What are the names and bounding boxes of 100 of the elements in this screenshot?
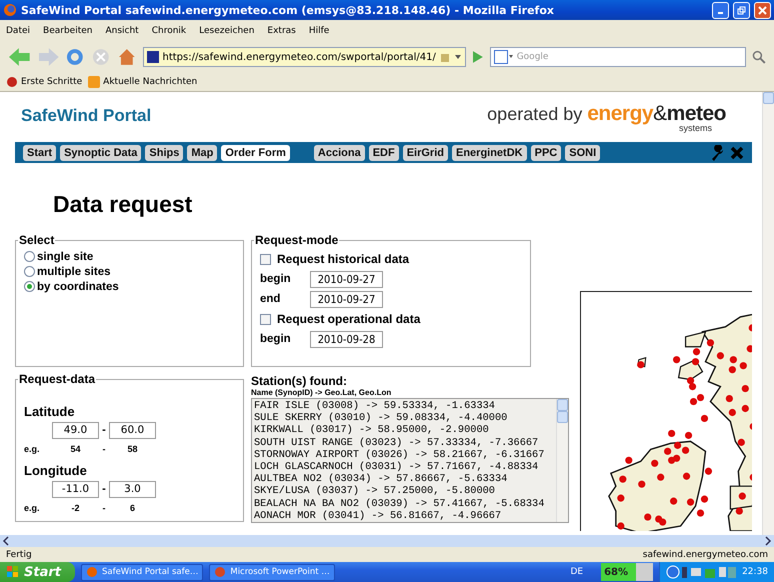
menu-item[interactable]: Hilfe [308, 26, 330, 36]
taskbar-label: Microsoft PowerPoint … [230, 567, 330, 577]
nav-tab[interactable]: SONI [565, 144, 600, 160]
nav-tab[interactable]: EDF [368, 144, 399, 160]
example-separator: - [102, 503, 106, 513]
windows-flag-icon [6, 565, 20, 579]
station-row-text: SOUTH UIST RANGE (03023) -> 57.33334, -7.36667 [254, 436, 540, 449]
close-icon [758, 6, 767, 14]
language-indicator[interactable]: DE [570, 567, 584, 577]
tray-icons[interactable] [666, 565, 736, 579]
home-icon[interactable] [116, 47, 136, 67]
nav-tab[interactable]: Ships [145, 144, 184, 160]
nav-tab[interactable]: Acciona [314, 144, 365, 160]
station-row-text: SULE SKERRY (03010) -> 59.08334, -4.40000 [254, 412, 508, 424]
window-title: SafeWind Portal safewind.energymeteo.com (emsys@83.218.148.46) - Mozilla Firefox [21, 4, 555, 16]
stations-subtitle: Name (SynopID) -> Geo.Lat, Geo.Lon [251, 388, 392, 397]
scroll-thumb[interactable] [557, 411, 568, 423]
range-to-field[interactable]: 60.0 [109, 422, 156, 438]
menu-item[interactable]: Extras [267, 26, 296, 36]
checkbox-label: Request historical data [277, 252, 410, 266]
status-domain: safewind.energymeteo.com [642, 550, 768, 560]
radio-button[interactable] [24, 281, 35, 292]
checkbox[interactable] [260, 254, 271, 264]
date-field[interactable]: 2010-09-28 [310, 330, 383, 348]
checkbox[interactable] [260, 314, 271, 324]
app-icon [214, 566, 226, 578]
nav-tab[interactable]: Order Form [221, 144, 290, 160]
station-row-text: LOCH GLASCARNOCH (03031) -> 57.71667, -4.88334 [254, 460, 540, 474]
bookmark-link[interactable]: Aktuelle Nachrichten [103, 76, 198, 86]
radio-label: by coordinates [37, 280, 119, 292]
scroll-right-icon[interactable] [764, 536, 772, 546]
menu-item[interactable]: Bearbeiten [43, 26, 92, 36]
back-icon[interactable] [8, 47, 32, 67]
checkbox-label: Request operational data [277, 312, 420, 326]
field-label: end [260, 293, 282, 305]
clock: 22:38 [742, 567, 768, 577]
nav-tab[interactable]: EnerginetDK [452, 144, 527, 160]
field-label: begin [260, 273, 292, 285]
menu-item[interactable]: Chronik [152, 26, 186, 36]
stations-title: Station(s) found: [251, 374, 348, 388]
menu-item[interactable]: Lesezeichen [199, 26, 254, 36]
close-icon[interactable] [730, 146, 744, 160]
status-text: Fertig [6, 550, 32, 560]
app-icon [86, 566, 98, 578]
minimize-button[interactable] [712, 2, 729, 18]
station-row-text: BEALACH NA BA NO2 (03039) -> 57.41667, -5.68334 [254, 498, 546, 510]
range-label: Longitude [24, 463, 88, 478]
date-field[interactable]: 2010-09-27 [310, 270, 383, 288]
restore-button[interactable] [733, 2, 750, 18]
search-icon[interactable] [752, 50, 766, 64]
nav-tab[interactable]: PPC [530, 144, 562, 160]
example-value: 58 [126, 444, 138, 454]
example-value: -2 [70, 503, 80, 513]
range-separator: - [101, 483, 107, 495]
site-title: SafeWind Portal [21, 106, 152, 126]
example-label: e.g. [24, 444, 41, 454]
range-to-field[interactable]: 3.0 [109, 480, 156, 498]
battery-reading: 68% [604, 566, 628, 578]
search-engine-icon[interactable] [494, 50, 514, 64]
example-label: e.g. [24, 503, 41, 513]
menu-item[interactable]: Datei [6, 26, 30, 36]
close-button[interactable] [754, 2, 771, 18]
field-label: begin [260, 333, 292, 345]
station-row-text: AONACH MOR (03041) -> 56.81667, -4.96667 [254, 510, 502, 522]
station-row-text: KIRKWALL (03017) -> 58.95000, -2.90000 [254, 424, 490, 437]
station-row-text: STORNOWAY AIRPORT (03026) -> 58.21667, -6.31667 [254, 448, 546, 461]
fieldset-legend: Request-data [18, 372, 96, 386]
radio-label: multiple sites [37, 266, 110, 278]
logo-text: energy [587, 102, 654, 126]
example-value: 6 [128, 503, 136, 513]
logo-text: meteo [666, 102, 726, 125]
logo-caption: operated by [487, 104, 582, 125]
fieldset-legend: Select [18, 233, 56, 247]
menu-item[interactable]: Ansicht [105, 26, 139, 36]
nav-tab[interactable]: Map [187, 144, 218, 160]
range-separator: - [101, 424, 107, 436]
reload-icon[interactable] [65, 47, 86, 67]
station-row-text: FAIR ISLE (03008) -> 59.53334, -1.63334 [254, 400, 496, 412]
site-icon [146, 51, 158, 63]
station-row-text: AULTBEA NO2 (03034) -> 57.86667, -5.63334 [254, 473, 508, 486]
go-icon[interactable] [472, 50, 484, 64]
date-field[interactable]: 2010-09-27 [310, 290, 383, 308]
nav-tab[interactable]: EirGrid [402, 144, 448, 160]
fieldset-legend: Request-mode [254, 233, 340, 247]
nav-tab[interactable]: Start [23, 144, 56, 160]
logo-subtitle: systems [678, 123, 712, 133]
radio-button[interactable] [24, 266, 35, 277]
scroll-left-icon[interactable] [2, 536, 10, 546]
radio-button[interactable] [24, 251, 35, 262]
taskbar-button[interactable]: SafeWind Portal safe… [80, 564, 204, 580]
nav-tab[interactable]: Synoptic Data [60, 144, 142, 160]
bookmark-link[interactable]: Erste Schritte [21, 76, 82, 86]
logo-ampersand: & [653, 102, 667, 126]
range-from-field[interactable]: -11.0 [52, 480, 99, 498]
wrench-icon[interactable] [710, 144, 726, 160]
taskbar-button[interactable]: Microsoft PowerPoint … [209, 564, 335, 580]
range-from-field[interactable]: 49.0 [52, 422, 99, 438]
station-row-text: SKYE/LUSA (03037) -> 57.25000, -5.80000 [254, 485, 496, 498]
address-field[interactable]: https://safewind.energymeteo.com/swportal/portal/41/ [142, 47, 466, 67]
radio-label: single site [37, 250, 94, 262]
